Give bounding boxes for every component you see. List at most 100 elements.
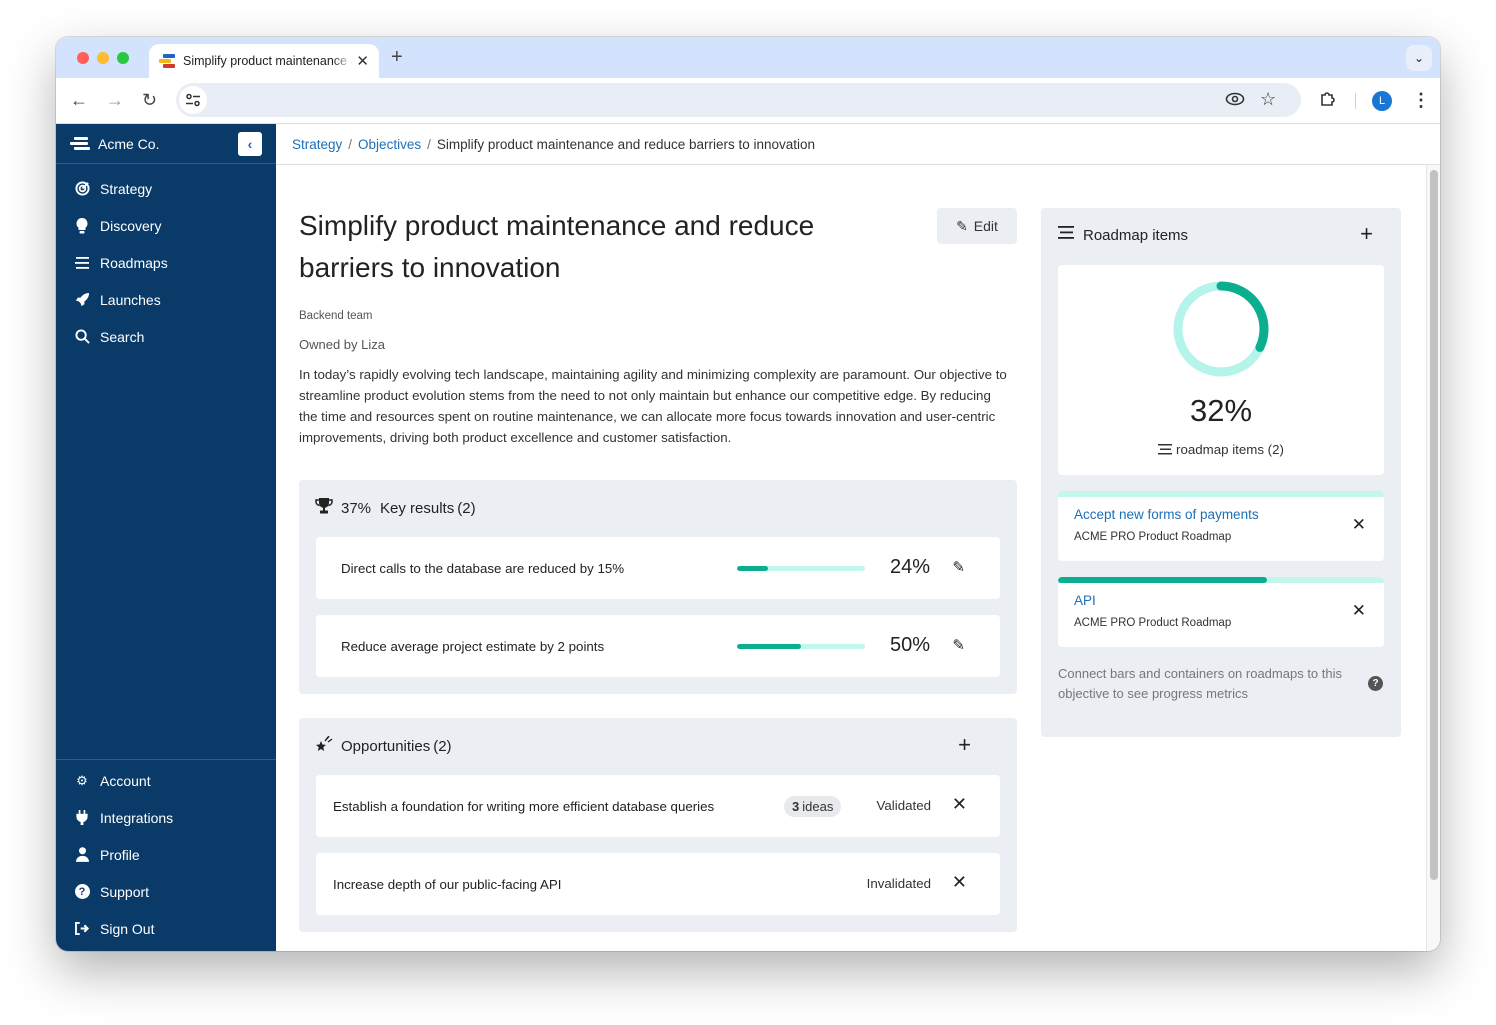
close-tab-icon[interactable]: ✕	[356, 52, 369, 70]
close-window-button[interactable]	[77, 52, 89, 64]
pencil-icon[interactable]: ✎	[952, 636, 965, 654]
sidebar-item-search[interactable]: Search	[56, 318, 276, 355]
sidebar-item-launches[interactable]: Launches	[56, 281, 276, 318]
collapse-sidebar-button[interactable]: ‹	[238, 132, 262, 156]
remove-opportunity-icon[interactable]: ✕	[952, 872, 967, 893]
key-results-overall-pct: 37%	[341, 500, 371, 517]
add-opportunity-button[interactable]: +	[958, 732, 971, 758]
bars-icon	[74, 257, 90, 269]
breadcrumb-separator: /	[348, 137, 352, 152]
more-menu-icon[interactable]: ⋮	[1412, 90, 1430, 111]
sidebar-item-support[interactable]: ? Support	[56, 873, 276, 910]
site-info-button[interactable]	[179, 86, 207, 114]
progress-fill	[1058, 577, 1267, 583]
key-result-label: Direct calls to the database are reduced…	[341, 561, 624, 576]
roadmap-items-header: Roadmap items	[1058, 226, 1188, 244]
edit-button-label: Edit	[974, 218, 998, 234]
breadcrumb-link-strategy[interactable]: Strategy	[292, 137, 342, 152]
back-button[interactable]: ←	[70, 90, 88, 110]
roadmap-items-count-label: roadmap items (2)	[1058, 442, 1384, 457]
ideas-count-badge[interactable]: 3ideas	[784, 796, 841, 817]
opportunity-status: Validated	[877, 798, 931, 813]
app: Acme Co. ‹ Strategy Discovery	[56, 124, 1440, 951]
key-result-row[interactable]: Reduce average project estimate by 2 poi…	[316, 615, 1000, 677]
new-tab-button[interactable]: +	[391, 46, 403, 69]
sidebar-item-account[interactable]: ⚙ Account	[56, 762, 276, 799]
breadcrumb-link-objectives[interactable]: Objectives	[358, 137, 421, 152]
opportunity-label: Increase depth of our public-facing API	[333, 877, 561, 892]
sidebar: Acme Co. ‹ Strategy Discovery	[56, 124, 276, 951]
opportunity-row[interactable]: Establish a foundation for writing more …	[316, 775, 1000, 837]
sidebar-item-label: Discovery	[100, 218, 161, 234]
sidebar-item-label: Sign Out	[100, 921, 154, 937]
key-result-progress-bar	[737, 644, 865, 649]
sidebar-item-sign-out[interactable]: Sign Out	[56, 910, 276, 947]
forward-button[interactable]: →	[106, 90, 124, 110]
opportunity-row[interactable]: Increase depth of our public-facing API …	[316, 853, 1000, 915]
brand-logo-icon	[70, 137, 90, 151]
minimize-window-button[interactable]	[97, 52, 109, 64]
extensions-icon[interactable]	[1319, 90, 1337, 113]
ideas-label: ideas	[802, 799, 833, 814]
objective-description: In today’s rapidly evolving tech landsca…	[299, 364, 1009, 448]
opportunities-heading: Opportunities	[341, 738, 430, 755]
key-results-count: (2)	[457, 500, 475, 517]
add-roadmap-item-button[interactable]: +	[1360, 221, 1373, 247]
sidebar-item-roadmaps[interactable]: Roadmaps	[56, 244, 276, 281]
tab-title: Simplify product maintenance and reduce …	[183, 54, 353, 68]
maximize-window-button[interactable]	[117, 52, 129, 64]
sidebar-item-strategy[interactable]: Strategy	[56, 170, 276, 207]
remove-opportunity-icon[interactable]: ✕	[952, 794, 967, 815]
sidebar-item-label: Search	[100, 329, 144, 345]
scrollbar-thumb[interactable]	[1430, 170, 1438, 880]
roadmap-progress-pct: 32%	[1058, 393, 1384, 429]
target-icon	[74, 181, 90, 196]
sidebar-item-label: Launches	[100, 292, 161, 308]
main-scrollbar[interactable]	[1426, 165, 1440, 951]
roadmap-item-roadmap: ACME PRO Product Roadmap	[1074, 531, 1231, 543]
edit-button[interactable]: ✎ Edit	[937, 208, 1017, 244]
profile-avatar[interactable]: L	[1372, 91, 1392, 111]
opportunity-label: Establish a foundation for writing more …	[333, 799, 714, 814]
bookmark-star-icon[interactable]: ☆	[1260, 89, 1276, 110]
browser-tab-active[interactable]: Simplify product maintenance and reduce …	[149, 44, 379, 78]
address-bar[interactable]: ☆	[176, 83, 1301, 117]
sidebar-item-profile[interactable]: Profile	[56, 836, 276, 873]
roadmap-item-roadmap: ACME PRO Product Roadmap	[1074, 617, 1231, 629]
roadmap-item-title[interactable]: Accept new forms of payments	[1074, 507, 1259, 522]
sidebar-item-label: Profile	[100, 847, 140, 863]
ideas-count: 3	[792, 799, 799, 814]
key-result-pct: 50%	[890, 634, 930, 657]
roadmap-item-title[interactable]: API	[1074, 593, 1096, 608]
roadmap-items-heading: Roadmap items	[1083, 227, 1188, 244]
key-result-progress-bar	[737, 566, 865, 571]
tune-icon	[185, 93, 201, 107]
opportunity-status: Invalidated	[867, 876, 931, 891]
sidebar-item-integrations[interactable]: Integrations	[56, 799, 276, 836]
roadmap-item-card: API ACME PRO Product Roadmap ✕	[1058, 577, 1384, 647]
remove-roadmap-item-icon[interactable]: ✕	[1352, 515, 1366, 535]
sidebar-item-label: Integrations	[100, 810, 173, 826]
plug-icon	[74, 810, 90, 825]
opportunities-header: Opportunities (2)	[315, 736, 452, 757]
bars-icon	[1158, 444, 1172, 455]
user-icon	[74, 847, 90, 862]
favicon-icon	[159, 54, 175, 68]
eye-icon[interactable]	[1225, 91, 1245, 112]
brand-name: Acme Co.	[98, 136, 159, 152]
progress-donut	[1171, 279, 1271, 379]
pencil-icon: ✎	[956, 218, 968, 235]
opportunities-count: (2)	[433, 738, 451, 755]
reload-button[interactable]: ↻	[142, 90, 157, 110]
tab-search-button[interactable]: ⌄	[1406, 45, 1432, 71]
team-label: Backend team	[299, 310, 373, 322]
sidebar-item-discovery[interactable]: Discovery	[56, 207, 276, 244]
pencil-icon[interactable]: ✎	[952, 558, 965, 576]
opportunities-panel: Opportunities (2) + Establish a foundati…	[299, 718, 1017, 932]
remove-roadmap-item-icon[interactable]: ✕	[1352, 601, 1366, 621]
page-title: Simplify product maintenance and reduce …	[299, 205, 899, 289]
key-result-row[interactable]: Direct calls to the database are reduced…	[316, 537, 1000, 599]
progress-fill	[737, 566, 768, 571]
help-icon[interactable]: ?	[1368, 676, 1383, 691]
owner-label: Owned by Liza	[299, 337, 385, 352]
